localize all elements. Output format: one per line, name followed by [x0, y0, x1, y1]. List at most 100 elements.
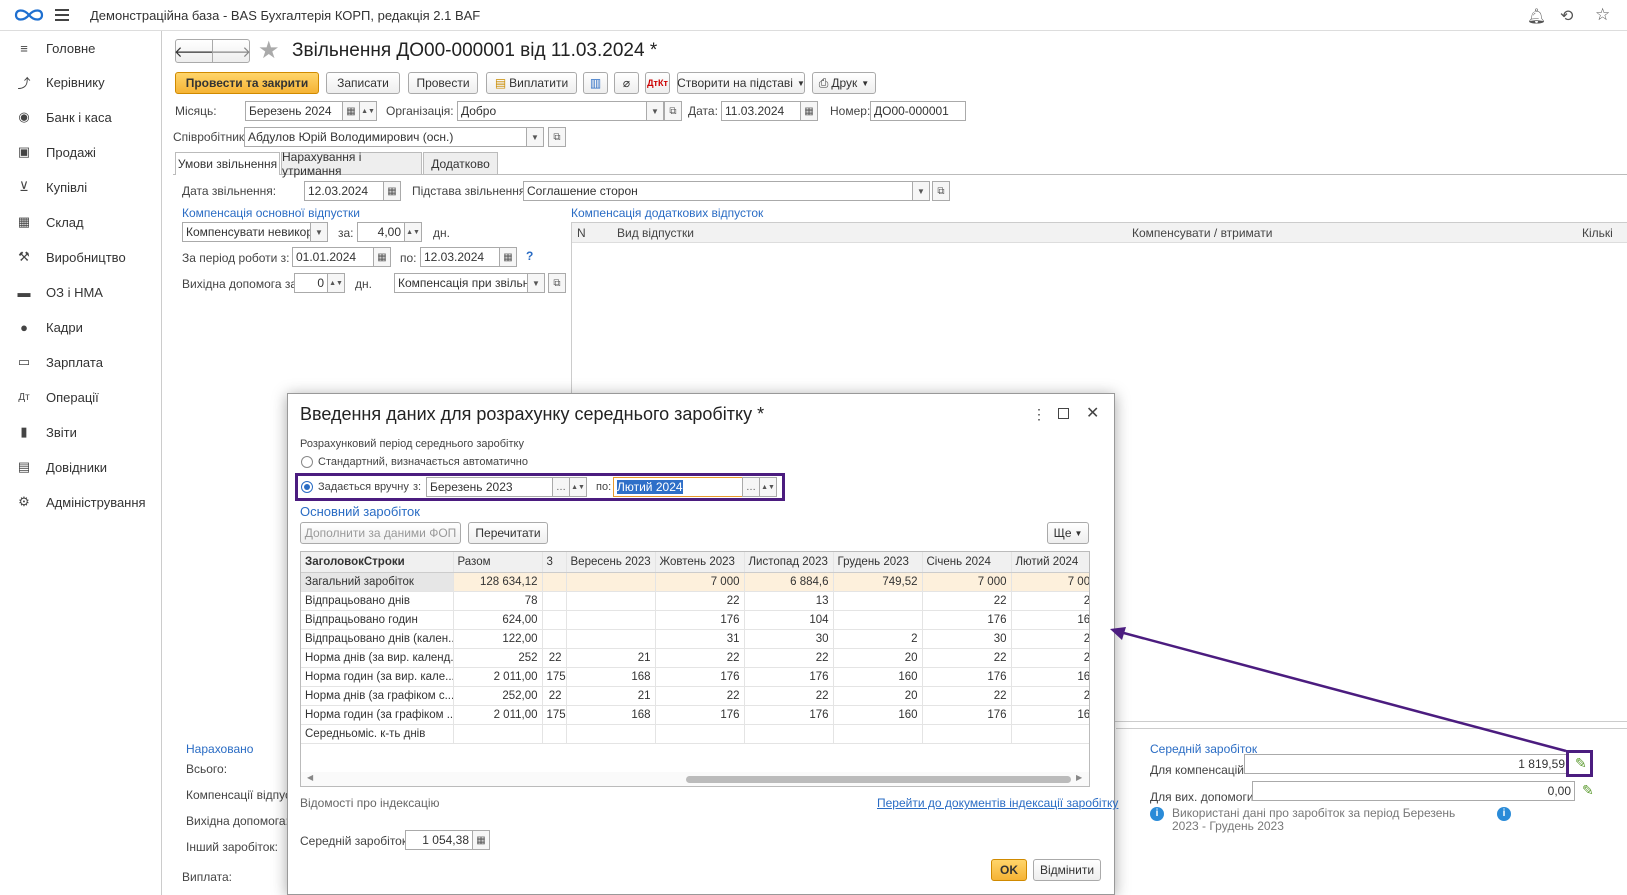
table-row[interactable]: Загальний заробіток 128 634,12 7 000 6 884,…	[301, 572, 1089, 592]
sidebar-item-reports[interactable]: ▮ Звіти	[0, 417, 162, 447]
table-row[interactable]: Відпрацьовано днів7822132221	[301, 591, 1089, 611]
radio-auto[interactable]	[301, 456, 313, 468]
table-row[interactable]: Норма днів (за вир. календ... 252 22 21 22 22…	[301, 648, 1089, 668]
chevron-down-icon[interactable]: ▼	[310, 222, 328, 242]
open-org-icon[interactable]: ⧉	[664, 101, 682, 121]
edit-pencil-icon[interactable]: ✎	[1582, 782, 1594, 799]
sidebar-item-purchases[interactable]: ⊻ Купівлі	[0, 172, 162, 202]
sidebar-item-assets[interactable]: ▬ ОЗ і НМА	[0, 277, 162, 307]
comp-type-select[interactable]: Компенсувати невикори	[182, 222, 311, 242]
open-employee-icon[interactable]: ⧉	[548, 127, 566, 147]
post-close-button[interactable]: Провести та закрити	[175, 72, 319, 94]
calendar-icon[interactable]: ▦	[800, 101, 818, 121]
period-to-input[interactable]: 12.03.2024	[420, 247, 500, 267]
star-icon[interactable]: ☆	[1595, 5, 1610, 25]
sidebar-item-salary[interactable]: ▭ Зарплата	[0, 347, 162, 377]
maximize-icon[interactable]	[1058, 408, 1069, 419]
more-button[interactable]: Ще ▼	[1047, 522, 1089, 544]
to-input[interactable]: Лютий 2024	[613, 477, 743, 497]
number-input[interactable]: ДО00-000001	[870, 101, 966, 121]
avg-earnings-input[interactable]: 1 054,38	[405, 830, 473, 850]
sidebar-item-production[interactable]: ⚒ Виробництво	[0, 242, 162, 272]
cancel-button[interactable]: Відмінити	[1033, 859, 1101, 881]
dismissal-date-input[interactable]: 12.03.2024	[304, 181, 384, 201]
table-row[interactable]: Відпрацьовано днів (кален... 122,00 31 30 2 3…	[301, 629, 1089, 649]
structure-button[interactable]: ▥	[583, 72, 608, 94]
sidebar-item-warehouse[interactable]: ▦ Склад	[0, 207, 162, 237]
calendar-icon[interactable]: ▦	[373, 247, 391, 267]
attach-button[interactable]: ⌀	[614, 72, 639, 94]
calendar-icon[interactable]: ▦	[342, 101, 360, 121]
back-button[interactable]: 🡐	[174, 39, 214, 63]
org-input[interactable]: Добро	[457, 101, 647, 121]
sidebar-item-directories[interactable]: ▤ Довідники	[0, 452, 162, 482]
tab-accruals[interactable]: Нарахування і утримання	[281, 150, 422, 178]
table-row[interactable]: Середньоміс. к-ть днів	[301, 724, 1089, 744]
sidebar-item-operations[interactable]: Дт Операції	[0, 382, 162, 412]
info-icon[interactable]: i	[1497, 807, 1511, 821]
severance-stepper[interactable]: ▲▼	[327, 273, 345, 293]
bell-icon[interactable]: 🔔︎	[1527, 7, 1546, 25]
index-docs-link[interactable]: Перейти до документів індексації заробіт…	[877, 796, 1118, 810]
dtkt-button[interactable]: ДтКт	[645, 72, 670, 94]
sidebar-item-bank[interactable]: ◉ Банк і каса	[0, 102, 162, 132]
scroll-right-icon[interactable]: ▶	[1076, 773, 1082, 782]
reread-button[interactable]: Перечитати	[468, 522, 548, 544]
more-vert-icon[interactable]: ⋮	[1032, 406, 1046, 423]
from-select-icon[interactable]: …	[552, 477, 570, 497]
close-icon[interactable]: ✕	[1086, 403, 1099, 423]
tab-dismissal-conditions[interactable]: Умови звільнення	[175, 152, 280, 175]
calendar-icon[interactable]: ▦	[499, 247, 517, 267]
days-input[interactable]: 4,00	[357, 222, 405, 242]
chevron-down-icon[interactable]: ▼	[526, 127, 544, 147]
days-stepper[interactable]: ▲▼	[404, 222, 422, 242]
calendar-icon[interactable]: ▦	[383, 181, 401, 201]
menu-icon[interactable]	[55, 9, 69, 21]
save-button[interactable]: Записати	[326, 72, 400, 94]
employee-input[interactable]: Абдулов Юрій Володимирович (осн.)	[244, 127, 527, 147]
table-row[interactable]: Норма годин (за вир. кале... 2 011,00 175 1…	[301, 667, 1089, 687]
period-from-input[interactable]: 01.01.2024	[292, 247, 374, 267]
severance-days-input[interactable]: 0	[294, 273, 328, 293]
scroll-left-icon[interactable]: ◀	[307, 773, 313, 782]
month-stepper[interactable]: ▲▼	[359, 101, 377, 121]
post-button[interactable]: Провести	[408, 72, 478, 94]
pay-button[interactable]: ▤ Виплатити	[486, 72, 577, 94]
from-input[interactable]: Березень 2023	[426, 477, 553, 497]
severance-type-select[interactable]: Компенсація при звільн	[394, 273, 528, 293]
chevron-down-icon[interactable]: ▼	[912, 181, 930, 201]
chevron-down-icon[interactable]: ▼	[527, 273, 545, 293]
scroll-thumb[interactable]	[686, 776, 1071, 783]
favorite-star-icon[interactable]: ★	[258, 36, 280, 65]
to-stepper[interactable]: ▲▼	[759, 477, 777, 497]
calculator-icon[interactable]: ▦	[472, 830, 490, 850]
open-reason-icon[interactable]: ⧉	[932, 181, 950, 201]
radio-manual[interactable]	[301, 481, 313, 493]
table-row[interactable]: Відпрацьовано годин624,00176104176168	[301, 610, 1089, 630]
sidebar-item-sales[interactable]: ▣ Продажі	[0, 137, 162, 167]
sidebar-item-hr[interactable]: ● Кадри	[0, 312, 162, 342]
chevron-down-icon[interactable]: ▼	[646, 101, 664, 121]
date-input[interactable]: 11.03.2024	[721, 101, 801, 121]
table-row[interactable]: Норма годин (за графіком ... 2 011,00 175 1…	[301, 705, 1089, 725]
from-stepper[interactable]: ▲▼	[569, 477, 587, 497]
reason-input[interactable]: Соглашение сторон	[523, 181, 913, 201]
fill-fop-button[interactable]: Дополнити за даними ФОП	[300, 522, 461, 544]
sidebar-item-home[interactable]: ≡ Головне	[0, 33, 162, 63]
open-severance-icon[interactable]: ⧉	[548, 273, 566, 293]
sidebar-item-manager[interactable]: ⤴ Керівнику	[0, 67, 162, 97]
history-icon[interactable]: ⟲	[1560, 6, 1573, 26]
table-row[interactable]: Норма днів (за графіком с... 252,00 22 21 22…	[301, 686, 1089, 706]
app-logo[interactable]	[14, 6, 44, 24]
for-sev-input[interactable]: 0,00	[1252, 781, 1575, 801]
tab-additional[interactable]: Додатково	[423, 152, 498, 174]
horizontal-scrollbar[interactable]: ◀ ▶	[301, 772, 1089, 786]
to-select-icon[interactable]: …	[742, 477, 760, 497]
ok-button[interactable]: OK	[991, 859, 1027, 881]
print-button[interactable]: ⎙ Друк ▼	[812, 72, 876, 94]
help-icon[interactable]: ?	[526, 249, 533, 263]
month-input[interactable]: Березень 2024	[245, 101, 343, 121]
forward-button[interactable]: 🡒	[211, 39, 251, 63]
create-based-button[interactable]: Створити на підставі ▼	[677, 72, 805, 94]
sidebar-item-admin[interactable]: ⚙ Адміністрування	[0, 487, 162, 517]
